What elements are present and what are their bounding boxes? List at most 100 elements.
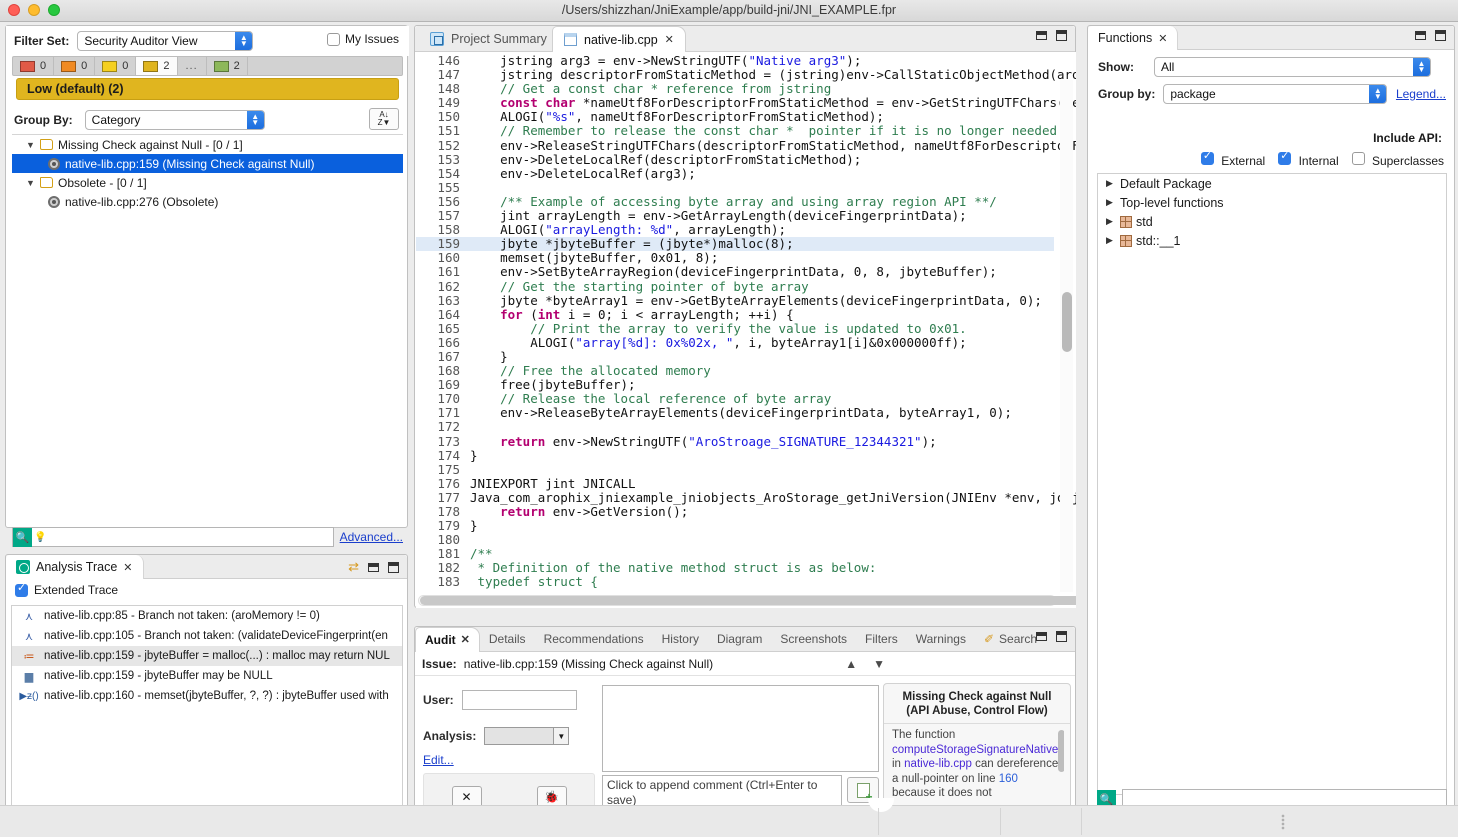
severity-tab-info[interactable]: 2 bbox=[207, 57, 248, 75]
chevron-right-icon[interactable]: ▶ bbox=[1106, 178, 1116, 189]
advanced-search-link[interactable]: Advanced... bbox=[340, 530, 403, 544]
scrollbar-thumb[interactable] bbox=[1062, 292, 1072, 352]
superclasses-checkbox[interactable] bbox=[1351, 152, 1365, 165]
fn-node-std-1[interactable]: ▶ std::__1 bbox=[1098, 231, 1446, 250]
trace-row[interactable]: ▶ƶ() native-lib.cpp:160 - memset(jbyteBu… bbox=[12, 686, 402, 706]
tab-history[interactable]: History bbox=[653, 627, 708, 652]
chevron-right-icon[interactable]: ▶ bbox=[1106, 235, 1116, 246]
severity-tab-low[interactable]: 2 bbox=[136, 57, 178, 75]
minimize-panel-button[interactable] bbox=[368, 562, 379, 572]
issue-row-native-lib-159[interactable]: native-lib.cpp:159 (Missing Check agains… bbox=[12, 154, 403, 173]
comment-history-box[interactable] bbox=[602, 685, 879, 772]
maximize-panel-button[interactable] bbox=[1056, 30, 1067, 41]
edit-link[interactable]: Edit... bbox=[423, 753, 454, 767]
close-icon[interactable]: ✕ bbox=[1158, 32, 1167, 45]
my-issues-toggle[interactable]: My Issues bbox=[326, 32, 399, 46]
chevron-right-icon[interactable]: ▶ bbox=[1106, 197, 1116, 208]
functions-group-by-dropdown[interactable]: package ▲ ▼ bbox=[1163, 84, 1388, 104]
info-card-scrollbar[interactable] bbox=[1058, 730, 1064, 772]
severity-swatch-critical bbox=[20, 60, 35, 72]
left-column: Filter Set: Security Auditor View ▲ ▼ My … bbox=[0, 22, 412, 837]
fn-node-top-level-functions[interactable]: ▶ Top-level functions bbox=[1098, 193, 1446, 212]
tab-warnings[interactable]: Warnings bbox=[907, 627, 975, 652]
code-token: ALOGI( bbox=[470, 334, 576, 350]
code-token: jstring arg3 = env->NewStringUTF( bbox=[470, 53, 749, 68]
line-number: 146 bbox=[437, 53, 460, 68]
close-icon[interactable]: ✕ bbox=[123, 561, 132, 574]
external-checkbox[interactable] bbox=[1200, 150, 1214, 165]
legend-link[interactable]: Legend... bbox=[1396, 87, 1446, 101]
tab-analysis-trace[interactable]: Analysis Trace ✕ bbox=[6, 555, 144, 579]
fn-node-default-package[interactable]: ▶ Default Package bbox=[1098, 174, 1446, 193]
code-view[interactable]: 146 jstring arg3 = env->NewStringUTF("Na… bbox=[416, 52, 1076, 608]
trace-row[interactable]: ≔ native-lib.cpp:159 - jbyteBuffer = mal… bbox=[12, 646, 402, 666]
issue-group-obsolete[interactable]: ▼ Obsolete - [0 / 1] bbox=[12, 173, 403, 192]
maximize-panel-button[interactable] bbox=[1056, 631, 1067, 642]
tab-details[interactable]: Details bbox=[480, 627, 535, 652]
issue-group-label: Missing Check against Null - [0 / 1] bbox=[58, 137, 243, 152]
extended-trace-toggle[interactable]: Extended Trace bbox=[6, 579, 407, 601]
sync-arrows-icon[interactable]: ⇄ bbox=[348, 559, 359, 575]
audit-panel: Audit ✕ Details Recommendations History … bbox=[414, 626, 1076, 837]
panel-controls: ⇄ bbox=[348, 559, 399, 575]
issue-group-missing-check-against-null[interactable]: ▼ Missing Check against Null - [0 / 1] bbox=[12, 135, 403, 154]
close-icon[interactable]: ✕ bbox=[665, 33, 674, 46]
code-line: 170 // Release the local reference of by… bbox=[416, 392, 1054, 406]
fn-node-std[interactable]: ▶ std bbox=[1098, 212, 1446, 231]
trace-row[interactable]: ⋏ native-lib.cpp:105 - Branch not taken:… bbox=[12, 626, 402, 646]
minimize-panel-button[interactable] bbox=[1036, 632, 1047, 641]
issues-search-field[interactable]: 🔍 💡 bbox=[12, 527, 334, 547]
minimize-panel-button[interactable] bbox=[1415, 31, 1426, 40]
previous-issue-button[interactable]: ▲ bbox=[845, 657, 857, 671]
show-dropdown[interactable]: All ▲ ▼ bbox=[1154, 57, 1431, 77]
status-divider bbox=[1000, 808, 1001, 835]
tab-native-lib-cpp[interactable]: native-lib.cpp ✕ bbox=[552, 26, 686, 52]
severity-tab-medium[interactable]: 0 bbox=[95, 57, 137, 75]
tab-diagram[interactable]: Diagram bbox=[708, 627, 771, 652]
tab-project-summary[interactable]: Project Summary bbox=[419, 26, 558, 52]
api-option-superclasses[interactable]: Superclasses bbox=[1351, 152, 1444, 168]
tab-label: native-lib.cpp bbox=[584, 32, 658, 47]
maximize-panel-button[interactable] bbox=[388, 561, 399, 573]
api-option-internal[interactable]: Internal bbox=[1278, 150, 1339, 168]
line-number: 174 bbox=[437, 447, 460, 463]
minimize-panel-button[interactable] bbox=[1036, 31, 1047, 40]
fn-node-label: std bbox=[1136, 214, 1153, 229]
group-by-dropdown[interactable]: Category ▲ ▼ bbox=[84, 110, 265, 130]
code-line: 150 ALOGI("%s", nameUtf8ForDescriptorFro… bbox=[416, 110, 1054, 124]
scrollbar-thumb[interactable] bbox=[420, 596, 1076, 605]
tab-screenshots[interactable]: Screenshots bbox=[771, 627, 856, 652]
tab-filters[interactable]: Filters bbox=[856, 627, 907, 652]
chevron-down-icon[interactable]: ▼ bbox=[26, 140, 38, 150]
tab-recommendations[interactable]: Recommendations bbox=[535, 627, 653, 652]
chevron-right-icon[interactable]: ▶ bbox=[1106, 216, 1116, 227]
code-token: } bbox=[470, 518, 478, 534]
filter-set-dropdown[interactable]: Security Auditor View ▲ ▼ bbox=[77, 31, 254, 51]
tab-audit[interactable]: Audit ✕ bbox=[415, 626, 480, 652]
close-icon[interactable]: ✕ bbox=[461, 633, 470, 646]
severity-tab-more[interactable]: ... bbox=[178, 57, 207, 75]
info-body-end: because it does not bbox=[892, 787, 992, 799]
my-issues-checkbox[interactable] bbox=[326, 32, 340, 46]
trace-row[interactable]: ⋏ native-lib.cpp:85 - Branch not taken: … bbox=[12, 606, 402, 626]
internal-checkbox[interactable] bbox=[1278, 150, 1292, 165]
resize-grip[interactable] bbox=[1281, 814, 1285, 830]
severity-tab-high[interactable]: 0 bbox=[54, 57, 96, 75]
line-number: 157 bbox=[437, 208, 460, 224]
tab-functions[interactable]: Functions ✕ bbox=[1088, 26, 1179, 50]
code-line: 176 JNIEXPORT jint JNICALL bbox=[416, 476, 1054, 491]
functions-group-by-row: Group by: package ▲ ▼ Legend... bbox=[1088, 81, 1456, 107]
maximize-panel-button[interactable] bbox=[1435, 30, 1446, 41]
analysis-dropdown[interactable]: ▼ bbox=[484, 727, 570, 745]
branch-not-taken-icon: ⋏ bbox=[24, 610, 34, 623]
code-hscrollbar[interactable] bbox=[418, 595, 1076, 606]
extended-trace-checkbox[interactable] bbox=[15, 582, 28, 597]
sort-order-button[interactable]: A↓ Z▼ bbox=[369, 108, 399, 130]
user-input[interactable] bbox=[461, 690, 577, 710]
next-issue-button[interactable]: ▼ bbox=[873, 657, 885, 671]
trace-row[interactable]: ▆ native-lib.cpp:159 - jbyteBuffer may b… bbox=[12, 666, 402, 686]
severity-tab-critical[interactable]: 0 bbox=[13, 57, 55, 75]
api-option-external[interactable]: External bbox=[1200, 150, 1265, 168]
chevron-down-icon[interactable]: ▼ bbox=[26, 178, 38, 188]
issue-row-native-lib-276[interactable]: native-lib.cpp:276 (Obsolete) bbox=[12, 192, 403, 211]
